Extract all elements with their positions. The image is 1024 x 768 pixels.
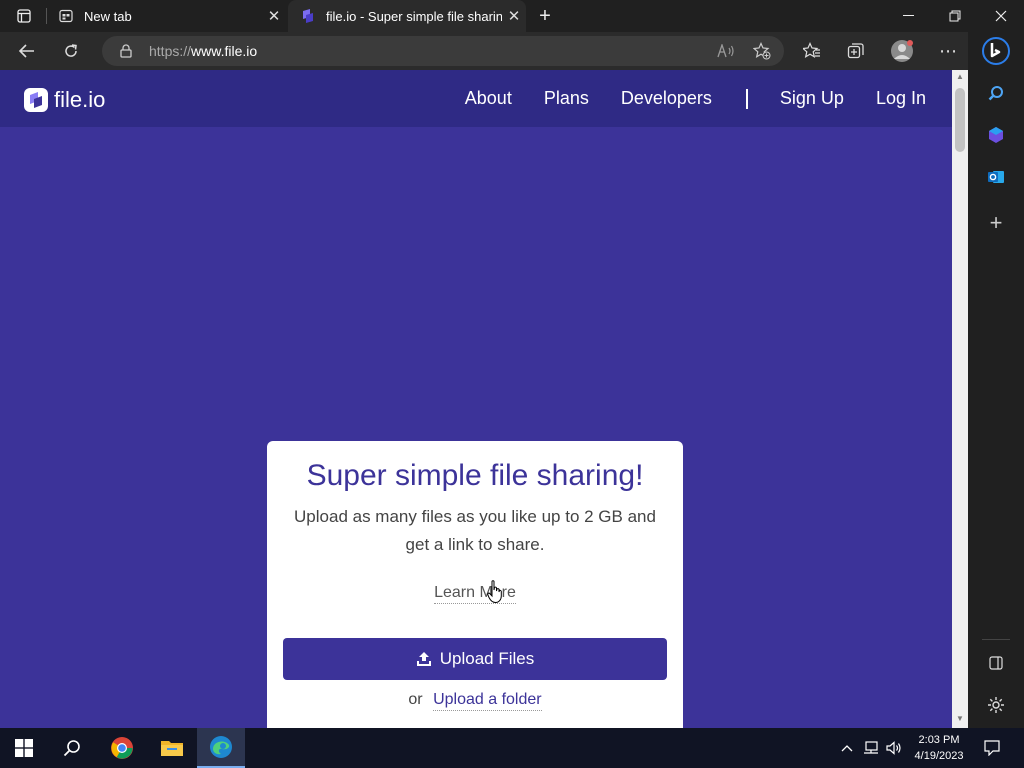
card-subtitle: Upload as many files as you like up to 2… <box>294 507 656 554</box>
nav-developers-link[interactable]: Developers <box>621 88 712 109</box>
chrome-icon[interactable] <box>98 728 146 768</box>
refresh-icon[interactable] <box>56 36 86 66</box>
lock-icon[interactable] <box>114 39 138 63</box>
more-options-icon[interactable]: ⋯ <box>933 36 963 66</box>
bing-copilot-icon[interactable] <box>981 36 1011 66</box>
tab-file-io[interactable]: file.io - Super simple file sharing ✕ <box>288 0 526 32</box>
search-icon[interactable] <box>981 78 1011 108</box>
clock-time: 2:03 PM <box>918 734 960 746</box>
scroll-up-icon[interactable]: ▲ <box>952 72 968 86</box>
profile-avatar-icon[interactable] <box>887 36 917 66</box>
file-io-favicon-icon <box>300 8 316 24</box>
favorites-icon[interactable] <box>797 36 827 66</box>
sidebar-divider <box>982 639 1010 640</box>
page-scrollbar[interactable]: ▲ ▼ <box>952 70 968 728</box>
learn-more-container: Learn More <box>267 584 683 604</box>
hand-cursor-icon <box>487 580 503 609</box>
learn-more-link[interactable]: Learn More <box>434 584 516 604</box>
nav-login-link[interactable]: Log In <box>876 88 926 109</box>
nav-plans-link[interactable]: Plans <box>544 88 589 109</box>
collections-icon[interactable] <box>841 36 871 66</box>
edge-taskbar-icon[interactable] <box>197 728 245 768</box>
tab-title: New tab <box>84 8 132 24</box>
clock-date: 4/19/2023 <box>914 750 964 762</box>
scrollbar-thumb[interactable] <box>955 88 965 152</box>
or-text: or <box>408 691 423 708</box>
edge-sidebar: + <box>968 32 1024 728</box>
file-io-logo-icon <box>24 88 48 112</box>
minimize-icon[interactable] <box>886 0 932 32</box>
card-heading: Super simple file sharing! <box>306 459 644 492</box>
nav-signup-link[interactable]: Sign Up <box>780 88 844 109</box>
logo-text: file.io <box>54 87 106 112</box>
close-tab-icon[interactable]: ✕ <box>502 7 526 25</box>
outlook-icon[interactable] <box>981 162 1011 192</box>
network-icon[interactable] <box>862 738 880 758</box>
web-page: file.io About Plans Developers Sign Up L… <box>0 70 952 728</box>
new-tab-icon <box>58 8 74 24</box>
close-tab-icon[interactable]: ✕ <box>262 7 286 25</box>
tab-title: file.io - Super simple file sharing <box>326 8 502 24</box>
taskbar-clock[interactable]: 2:03 PM 4/19/2023 <box>908 732 970 764</box>
shopping-icon[interactable] <box>981 120 1011 150</box>
site-logo[interactable]: file.io <box>24 87 105 113</box>
upload-folder-line: or Upload a folder <box>267 691 683 711</box>
notifications-icon[interactable] <box>982 738 1002 758</box>
nav-divider <box>745 88 748 109</box>
upload-icon <box>416 652 431 666</box>
read-aloud-icon[interactable] <box>714 39 738 63</box>
new-tab-plus-icon[interactable]: + <box>530 0 560 32</box>
site-nav: About Plans Developers Sign Up Log In <box>433 88 926 109</box>
file-explorer-icon[interactable] <box>148 728 196 768</box>
settings-gear-icon[interactable] <box>981 690 1011 720</box>
volume-icon[interactable] <box>885 738 903 758</box>
taskbar-search-icon[interactable] <box>48 728 96 768</box>
nav-about-link[interactable]: About <box>465 88 512 109</box>
add-sidebar-app-icon[interactable]: + <box>981 208 1011 238</box>
close-window-icon[interactable] <box>978 0 1024 32</box>
upload-card: Super simple file sharing! Upload as man… <box>267 441 683 728</box>
windows-taskbar: 2:03 PM 4/19/2023 <box>0 728 1024 768</box>
back-icon[interactable] <box>12 36 42 66</box>
add-favorite-icon[interactable] <box>750 39 774 63</box>
upload-folder-link[interactable]: Upload a folder <box>433 691 542 711</box>
tab-new-tab[interactable]: New tab ✕ <box>46 0 286 32</box>
upload-files-button[interactable]: Upload Files <box>283 638 667 680</box>
hide-sidebar-icon[interactable] <box>981 648 1011 678</box>
scroll-down-icon[interactable]: ▼ <box>952 714 968 728</box>
restore-icon[interactable] <box>932 0 978 32</box>
windows-start-icon[interactable] <box>0 728 48 768</box>
upload-button-label: Upload Files <box>439 649 535 668</box>
address-bar[interactable]: https://www.file.io <box>102 36 784 66</box>
site-header: file.io About Plans Developers Sign Up L… <box>0 70 952 127</box>
show-hidden-icons-icon[interactable] <box>838 738 856 758</box>
url-text[interactable]: https://www.file.io <box>149 43 257 59</box>
tab-strip: New tab ✕ file.io - Super simple file sh… <box>0 0 1024 32</box>
tab-actions-icon[interactable] <box>9 0 39 32</box>
